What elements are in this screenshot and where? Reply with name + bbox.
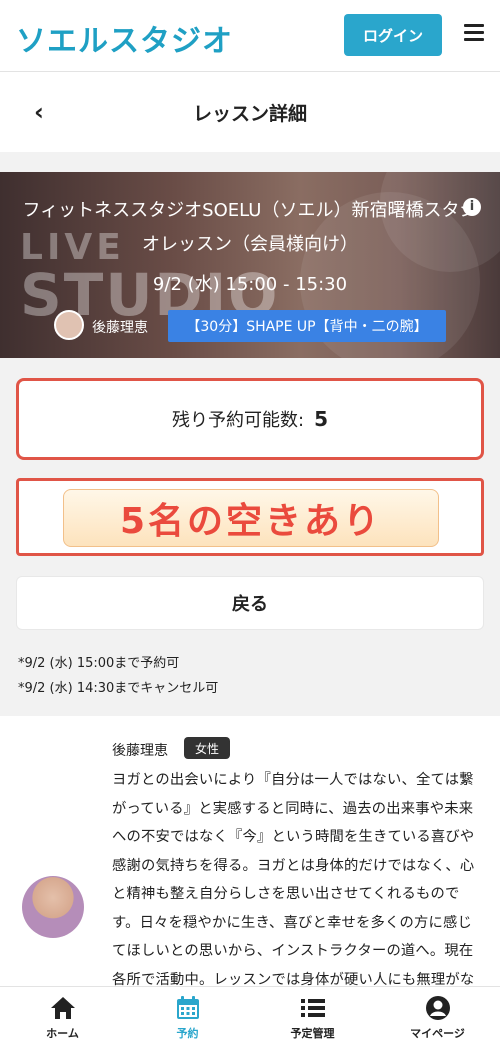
remaining-slots-box: 残り予約可能数: 5	[16, 378, 484, 460]
page-titlebar: ‹ レッスン詳細	[0, 72, 500, 152]
login-button[interactable]: ログイン	[344, 14, 442, 56]
lesson-datetime: 9/2 (水) 15:00 - 15:30	[152, 274, 348, 295]
tab-home-label: ホーム	[46, 1027, 79, 1040]
gender-badge: 女性	[184, 737, 230, 759]
lesson-category-tag: 【30分】SHAPE UP【背中・二の腕】	[168, 310, 446, 342]
cancel-deadline-note: *9/2 (水) 14:30までキャンセル可	[18, 681, 219, 696]
tab-mypage[interactable]: マイページ	[375, 987, 500, 1046]
tab-reservation-label: 予約	[176, 1027, 199, 1040]
info-icon[interactable]: i	[463, 198, 481, 216]
app-header: ソエルスタジオ ログイン	[0, 0, 500, 72]
brand-logo[interactable]: ソエルスタジオ	[16, 16, 233, 60]
bio-instructor-name: 後藤理恵	[112, 743, 168, 759]
user-icon	[425, 996, 450, 1020]
instructor-name: 後藤理恵	[92, 320, 148, 336]
vacancy-box: 5名の空きあり	[16, 478, 484, 556]
remaining-slots-count: 5	[314, 407, 328, 431]
back-button[interactable]: 戻る	[16, 576, 484, 630]
page-title: レッスン詳細	[192, 103, 307, 125]
home-icon	[50, 997, 75, 1019]
tab-home[interactable]: ホーム	[0, 987, 125, 1046]
hamburger-menu-icon[interactable]	[464, 24, 484, 42]
bottom-tab-bar: ホーム 予約 予定管理 マイページ	[0, 986, 500, 1046]
remaining-slots-label: 残り予約可能数:	[172, 410, 305, 431]
instructor-photo	[22, 876, 84, 938]
calendar-icon	[176, 996, 199, 1019]
tab-mypage-label: マイページ	[410, 1027, 465, 1040]
list-icon	[300, 999, 325, 1017]
tab-schedule-label: 予定管理	[290, 1027, 335, 1040]
vacancy-badge: 5名の空きあり	[63, 489, 439, 547]
tab-reservation[interactable]: 予約	[125, 987, 250, 1046]
tab-schedule[interactable]: 予定管理	[250, 987, 375, 1046]
lesson-title: フィットネススタジオSOELU（ソエル）新宿曙橋スタジオレッスン（会員様向け）	[22, 200, 478, 255]
instructor-avatar	[54, 310, 84, 340]
lesson-hero: LIVE STUDIO フィットネススタジオSOELU（ソエル）新宿曙橋スタジオ…	[0, 172, 500, 358]
reservation-deadline-note: *9/2 (水) 15:00まで予約可	[18, 656, 180, 671]
